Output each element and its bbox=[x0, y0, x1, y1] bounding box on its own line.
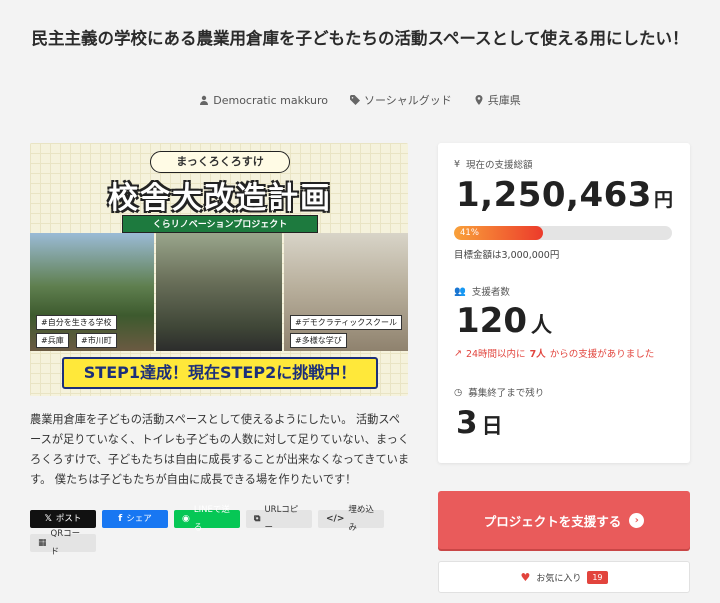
share-buttons: 𝕏 ポスト f シェア ◉ LINEで送る ⧉ URLコピー </> 埋め込み … bbox=[30, 505, 410, 557]
support-project-button[interactable]: プロジェクトを支援する › bbox=[438, 491, 690, 549]
line-share-button[interactable]: ◉ LINEで送る bbox=[174, 505, 240, 533]
remaining-label: ◷ 募集終了まで残り bbox=[454, 386, 545, 400]
users-icon: 👥 bbox=[454, 285, 466, 297]
heart-icon: ♥ bbox=[520, 570, 531, 584]
map-pin-icon bbox=[475, 95, 483, 105]
hero-tag: #兵庫 bbox=[36, 333, 69, 348]
location-name: 兵庫県 bbox=[487, 94, 521, 107]
hero-photo-people bbox=[156, 233, 282, 351]
project-meta: Democratic makkuro ソーシャルグッド 兵庫県 bbox=[0, 92, 720, 108]
progress-percent: 41% bbox=[460, 228, 479, 238]
chevron-right-icon: › bbox=[629, 512, 645, 528]
progress-bar: 41% bbox=[454, 226, 672, 240]
trending-up-icon: ↗ bbox=[454, 347, 462, 359]
hero-top-badge: まっくろくろすけ bbox=[150, 151, 290, 173]
embed-button[interactable]: </> 埋め込み bbox=[318, 505, 384, 533]
location-link[interactable]: 兵庫県 bbox=[474, 92, 521, 108]
page-title: 民主主義の学校にある農業用倉庫を子どもたちの活動スペースとして使える用にしたい！ bbox=[31, 29, 689, 48]
favorite-button[interactable]: ♥ お気に入り 19 bbox=[438, 561, 690, 593]
amount-raised: 1,250,463 円 bbox=[456, 175, 674, 215]
hero-subheadline: くらリノベーションプロジェクト bbox=[122, 215, 318, 233]
code-icon: </> bbox=[326, 514, 345, 524]
clock-icon: ◷ bbox=[454, 386, 463, 398]
link-icon: ⧉ bbox=[254, 514, 261, 524]
supporters-label: 👥 支援者数 bbox=[454, 285, 510, 299]
category-link[interactable]: ソーシャルグッド bbox=[349, 92, 452, 108]
hero-headline: 校舎大改造計画 bbox=[108, 181, 332, 216]
days-remaining: 3日 bbox=[456, 405, 503, 441]
yen-icon: ¥ bbox=[454, 158, 461, 170]
supporter-count: 120 人 bbox=[456, 301, 552, 341]
amount-label: ¥ 現在の支援総額 bbox=[454, 158, 533, 172]
facebook-icon: f bbox=[118, 514, 123, 524]
project-description: 農業用倉庫を子どもの活動スペースとして使えるようにしたい。 活動スペースが足りて… bbox=[30, 413, 410, 486]
category-name: ソーシャルグッド bbox=[363, 94, 452, 107]
favorite-count: 19 bbox=[587, 570, 608, 584]
hero-tag: #多様な学び bbox=[290, 333, 347, 348]
recent-support-notice: ↗ 24時間以内に 7人 からの支援がありました bbox=[454, 347, 655, 361]
hero-tag: #デモクラティックスクール bbox=[290, 315, 402, 330]
copy-url-button[interactable]: ⧉ URLコピー bbox=[246, 505, 312, 533]
owner-link[interactable]: Democratic makkuro bbox=[199, 92, 328, 108]
funding-stats-card: ¥ 現在の支援総額 1,250,463 円 41% 目標金額は3,000,000円… bbox=[438, 143, 690, 463]
hero-ribbon: STEP1達成！現在STEP2に挑戦中！ bbox=[62, 357, 378, 389]
facebook-share-button[interactable]: f シェア bbox=[102, 510, 168, 528]
user-icon bbox=[200, 95, 209, 105]
hero-tag: #自分を生きる学校 bbox=[36, 315, 117, 330]
goal-amount: 目標金額は3,000,000円 bbox=[454, 250, 560, 261]
hero-tag: #市川町 bbox=[76, 333, 117, 348]
qr-code-button[interactable]: ▦ QRコード bbox=[30, 529, 96, 557]
qr-code-icon: ▦ bbox=[38, 538, 47, 548]
hero-image: まっくろくろすけ 校舎大改造計画 くらリノベーションプロジェクト #自分を生きる… bbox=[30, 143, 408, 396]
project-page: 民主主義の学校にある農業用倉庫を子どもたちの活動スペースとして使える用にしたい！… bbox=[0, 0, 720, 603]
tag-icon bbox=[349, 95, 360, 105]
owner-name: Democratic makkuro bbox=[213, 93, 328, 107]
line-icon: ◉ bbox=[182, 514, 190, 524]
